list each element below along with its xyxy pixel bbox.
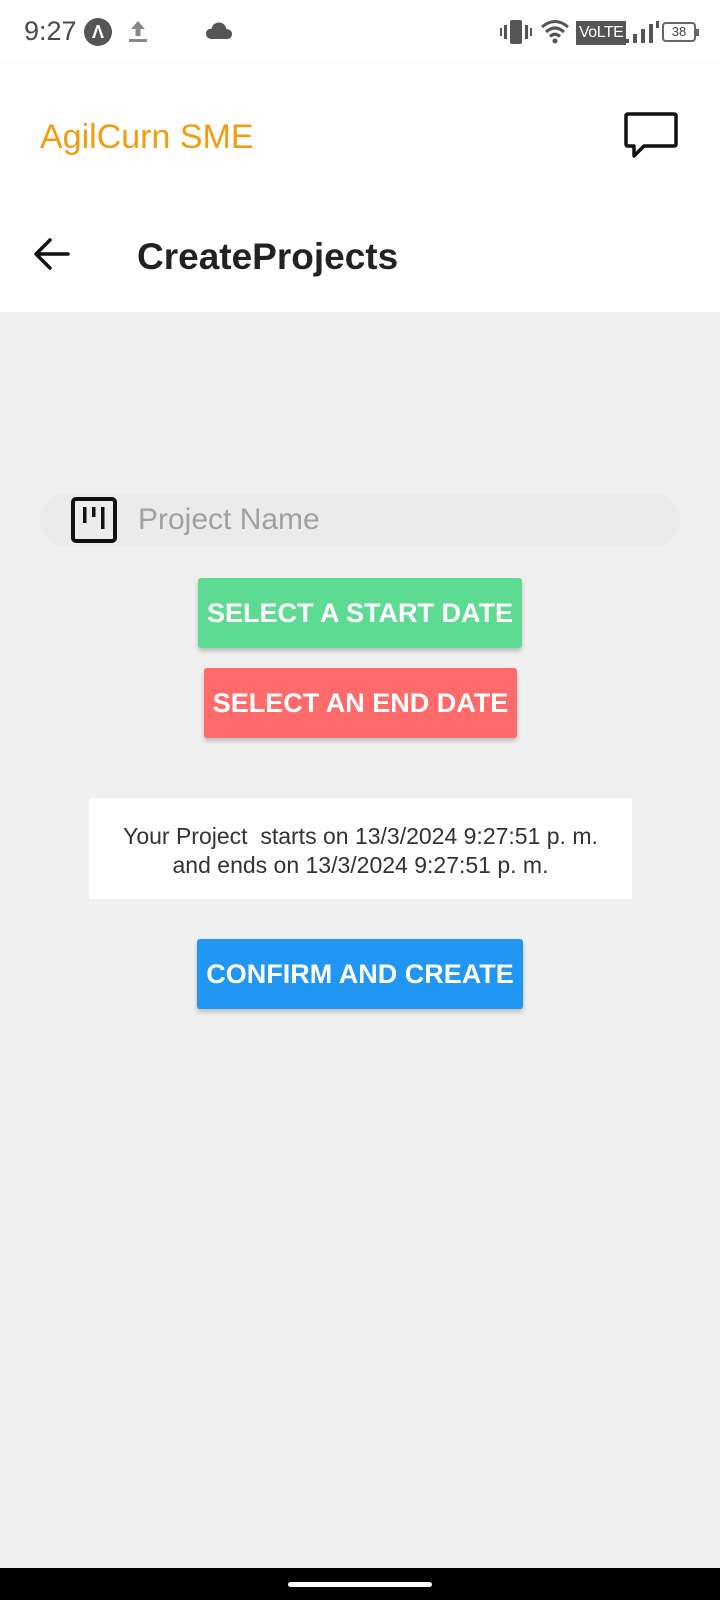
wifi-icon	[541, 20, 569, 44]
create-projects-screen: 9:27 Λ VoLTE 38 AgilCurn SME CreateProje…	[0, 0, 720, 1600]
status-time: 9:27	[24, 16, 77, 46]
upload-icon	[129, 21, 147, 42]
volte-badge: VoLTE	[576, 21, 627, 45]
vibrate-icon	[500, 20, 532, 44]
date-summary-box: Your Project starts on 13/3/2024 9:27:51…	[89, 798, 632, 899]
page-title: CreateProjects	[137, 236, 399, 277]
back-button[interactable]	[32, 234, 72, 274]
app-notification-icon: Λ	[84, 18, 112, 46]
arrow-back-icon	[34, 238, 70, 270]
confirm-and-create-button[interactable]: CONFIRM AND CREATE	[197, 939, 523, 1009]
home-indicator[interactable]	[288, 1582, 432, 1587]
kanban-board-icon	[71, 497, 117, 543]
chat-button[interactable]	[622, 108, 680, 164]
project-name-input[interactable]	[138, 494, 658, 546]
system-navigation-bar	[0, 1568, 720, 1600]
summary-start-text: Your Project starts on 13/3/2024 9:27:51…	[123, 823, 598, 849]
app-title: AgilCurn SME	[40, 118, 254, 156]
sub-header: CreateProjects	[0, 200, 720, 312]
status-bar: 9:27 Λ VoLTE 38	[0, 0, 720, 64]
signal-icon	[625, 21, 659, 43]
battery-icon: 38	[662, 22, 699, 42]
select-end-date-button[interactable]: SELECT AN END DATE	[204, 668, 517, 738]
summary-end-text: and ends on 13/3/2024 9:27:51 p. m.	[172, 852, 549, 878]
app-header: AgilCurn SME	[0, 64, 720, 200]
select-start-date-button[interactable]: SELECT A START DATE	[198, 578, 522, 648]
cloud-icon	[206, 22, 232, 39]
chat-bubble-icon	[624, 112, 678, 158]
project-name-field[interactable]	[40, 494, 680, 546]
